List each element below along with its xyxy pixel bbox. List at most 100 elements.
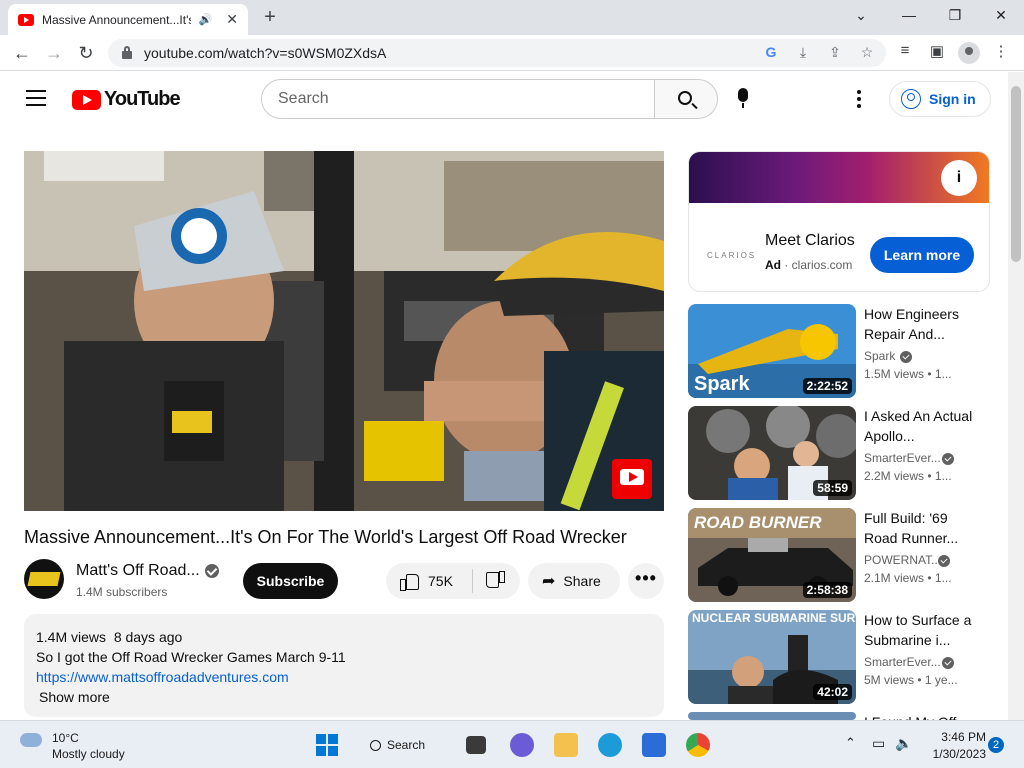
views-count: 2.1M views	[864, 571, 925, 585]
lock-icon[interactable]	[122, 46, 132, 59]
channel-name[interactable]: Matt's Off Road...	[76, 562, 200, 580]
video-player[interactable]	[24, 151, 664, 511]
recommendation-title[interactable]: I Found My Off	[864, 712, 974, 720]
browser-tab-bar: Massive Announcement...It's 🔊 ✕ + ⌄ — ❐ …	[0, 0, 1024, 35]
profile-icon[interactable]	[958, 42, 980, 64]
windows-taskbar: 10°C Mostly cloudy Search ⌃ ▭ 🔈 3:46 PM …	[0, 720, 1024, 768]
recommendation-channel[interactable]: SmarterEver...	[864, 451, 941, 465]
recommendation-item[interactable]: I Found My Off	[688, 712, 990, 720]
recommendation-title[interactable]: How Engineers Repair And...	[864, 304, 974, 344]
chrome-icon[interactable]	[686, 733, 710, 757]
share-icon[interactable]: ⇪	[826, 44, 844, 61]
recommendation-channel[interactable]: POWERNAT...	[864, 553, 941, 567]
verified-icon	[205, 564, 219, 578]
search-input[interactable]	[261, 79, 655, 119]
ad-card[interactable]: i CLARIOS Meet Clarios Ad · clarios.com …	[688, 151, 990, 292]
install-icon[interactable]: ⤓	[794, 44, 812, 61]
show-more-button[interactable]: Show more	[39, 687, 652, 707]
search-button[interactable]	[654, 79, 718, 119]
weather-description[interactable]: Mostly cloudy	[52, 747, 125, 761]
address-bar[interactable]: youtube.com/watch?v=s0WSM0ZXdsA G ⤓ ⇪ ☆	[108, 39, 886, 67]
reload-icon[interactable]: ↻	[74, 41, 98, 65]
video-duration: 42:02	[813, 684, 852, 700]
media-icon[interactable]: ≡	[894, 42, 916, 59]
file-explorer-icon[interactable]	[554, 733, 578, 757]
settings-kebab-icon[interactable]	[857, 90, 863, 111]
recommendation-item[interactable]: 58:59 I Asked An Actual Apollo... Smarte…	[688, 406, 990, 500]
channel-avatar[interactable]	[24, 559, 64, 599]
description-link[interactable]: https://www.mattsoffroadadventures.com	[36, 667, 652, 687]
verified-icon	[942, 453, 954, 465]
video-thumbnail[interactable]	[688, 712, 856, 720]
volume-icon[interactable]: 🔈	[895, 735, 912, 752]
bookmark-star-icon[interactable]: ☆	[858, 44, 876, 61]
video-age: • 1...	[927, 469, 952, 483]
clock-time[interactable]: 3:46 PM	[930, 730, 986, 744]
menu-icon[interactable]: ⋮	[990, 42, 1012, 60]
microphone-icon[interactable]	[738, 88, 748, 108]
more-actions-button[interactable]: •••	[628, 563, 664, 599]
url-text[interactable]: youtube.com/watch?v=s0WSM0ZXdsA	[144, 45, 386, 61]
window-close-icon[interactable]: ✕	[978, 4, 1024, 26]
video-thumbnail[interactable]: 58:59	[688, 406, 856, 500]
recommendation-item[interactable]: Spark 2:22:52 How Engineers Repair And..…	[688, 304, 990, 398]
recommendation-title[interactable]: Full Build: '69 Road Runner...	[864, 508, 974, 548]
tray-chevron-icon[interactable]: ⌃	[845, 735, 856, 751]
clock-date[interactable]: 1/30/2023	[926, 747, 986, 761]
forward-icon[interactable]: →	[42, 41, 66, 65]
windows-start-icon[interactable]	[316, 734, 338, 756]
thumbnail-text: ROAD BURNER	[694, 513, 822, 532]
tab-title: Massive Announcement...It's	[42, 12, 191, 27]
youtube-logo-text: YouTube	[104, 88, 181, 110]
notification-badge[interactable]: 2	[988, 737, 1004, 753]
ad-banner-image: i	[689, 152, 989, 203]
store-icon[interactable]	[642, 733, 666, 757]
back-icon[interactable]: ←	[10, 41, 34, 65]
description-box[interactable]: 1.4M views 8 days ago So I got the Off R…	[24, 614, 664, 717]
sign-in-button[interactable]: Sign in	[889, 81, 991, 117]
user-icon	[901, 89, 921, 109]
video-thumbnail[interactable]: Spark 2:22:52	[688, 304, 856, 398]
learn-more-button[interactable]: Learn more	[870, 237, 974, 273]
like-count: 75K	[428, 573, 453, 589]
verified-icon	[942, 657, 954, 669]
views-count: 2.2M views	[864, 469, 925, 483]
weather-temperature[interactable]: 10°C	[52, 731, 79, 745]
recommendation-item[interactable]: ROAD BURNER 2:58:38 Full Build: '69 Road…	[688, 508, 990, 602]
share-button[interactable]: ➦ Share	[528, 563, 620, 599]
ad-badge: Ad	[765, 258, 781, 272]
weather-cloud-icon[interactable]	[20, 728, 42, 747]
restore-icon[interactable]: ❐	[932, 4, 978, 26]
recommendation-views: 1.5M views • 1...	[864, 367, 952, 381]
new-tab-icon[interactable]: +	[258, 5, 282, 29]
speaker-icon[interactable]: 🔊	[199, 13, 213, 26]
browser-tab[interactable]: Massive Announcement...It's 🔊 ✕	[8, 4, 248, 35]
recommendation-title[interactable]: How to Surface a Submarine i...	[864, 610, 974, 650]
page-scrollbar[interactable]	[1008, 72, 1024, 720]
recommendation-title[interactable]: I Asked An Actual Apollo...	[864, 406, 974, 446]
dislike-button[interactable]	[473, 563, 520, 599]
recommendation-item[interactable]: NUCLEAR SUBMARINE SURFACING 42:02 How to…	[688, 610, 990, 704]
minimize-icon[interactable]: —	[886, 4, 932, 26]
video-thumbnail[interactable]: NUCLEAR SUBMARINE SURFACING 42:02	[688, 610, 856, 704]
scrollbar-thumb[interactable]	[1011, 86, 1021, 262]
side-panel-icon[interactable]: ▣	[926, 42, 948, 60]
recommendation-channel[interactable]: SmarterEver...	[864, 655, 941, 669]
recommendation-channel[interactable]: Spark	[864, 349, 895, 363]
video-duration: 58:59	[813, 480, 852, 496]
chat-icon[interactable]	[510, 733, 534, 757]
like-button[interactable]: 75K	[386, 563, 472, 599]
tab-search-icon[interactable]: ⌄	[838, 4, 884, 26]
taskbar-search-button[interactable]: Search	[370, 732, 425, 758]
youtube-logo[interactable]: YouTube	[72, 88, 181, 111]
tab-close-icon[interactable]: ✕	[226, 11, 238, 28]
network-icon[interactable]: ▭	[872, 735, 885, 752]
video-thumbnail[interactable]: ROAD BURNER 2:58:38	[688, 508, 856, 602]
google-icon[interactable]: G	[762, 44, 780, 61]
subscribe-button[interactable]: Subscribe	[243, 563, 338, 599]
hamburger-menu-icon[interactable]	[26, 90, 46, 106]
task-view-icon[interactable]	[466, 736, 486, 754]
video-age: • 1 ye...	[917, 673, 958, 687]
info-icon[interactable]: i	[941, 160, 977, 196]
edge-icon[interactable]	[598, 733, 622, 757]
